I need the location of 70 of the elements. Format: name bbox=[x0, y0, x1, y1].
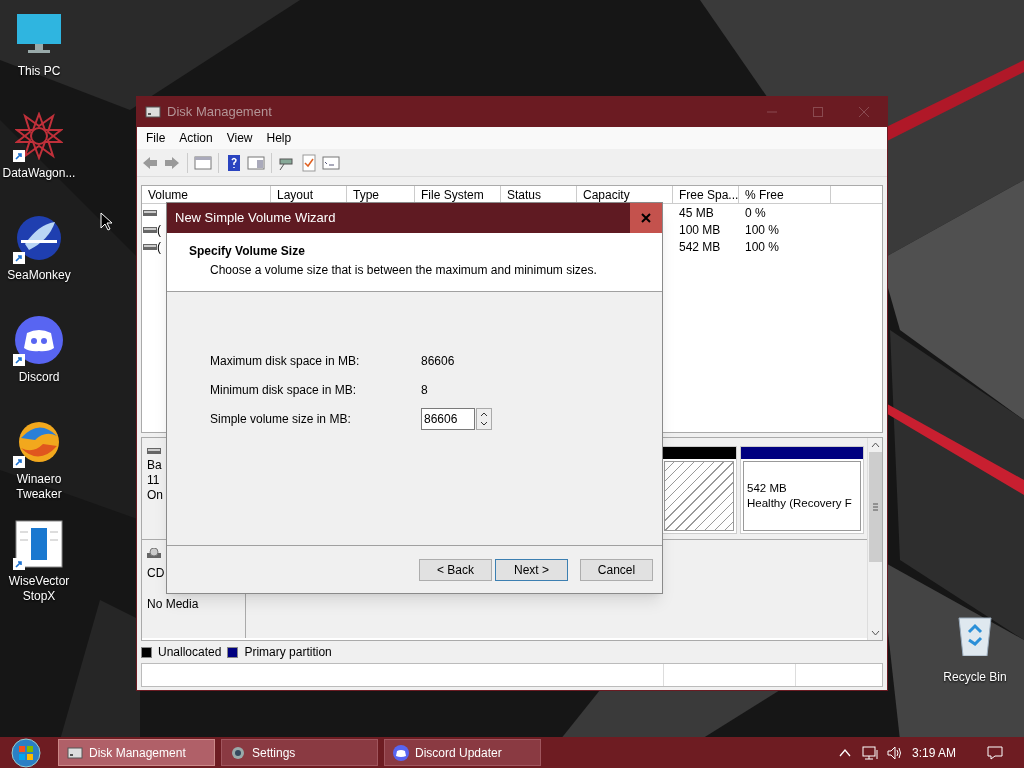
star-icon[interactable] bbox=[15, 112, 63, 160]
clock-time[interactable]: 3:19 AM bbox=[911, 743, 956, 762]
desktop-icon-label[interactable]: Winaero Tweaker bbox=[0, 472, 78, 502]
volume-icon[interactable] bbox=[885, 744, 904, 761]
drive-icon bbox=[143, 242, 157, 251]
drive-icon bbox=[143, 208, 157, 217]
close-icon bbox=[641, 213, 651, 223]
gear-icon bbox=[230, 744, 246, 761]
menu-item[interactable]: View bbox=[219, 129, 260, 147]
desktop-icon-label[interactable]: WiseVector StopX bbox=[0, 574, 78, 604]
disk-label-text: CD bbox=[147, 566, 166, 581]
pointer-icon bbox=[100, 212, 113, 231]
legend-label: Primary partition bbox=[244, 644, 332, 661]
menu-item[interactable]: Action bbox=[172, 129, 220, 147]
start-orb-icon[interactable] bbox=[10, 737, 42, 768]
menu-item[interactable]: File bbox=[139, 129, 173, 147]
column-header[interactable]: % Free bbox=[739, 186, 831, 204]
partition-block[interactable] bbox=[661, 446, 737, 534]
legend-label: Unallocated bbox=[158, 644, 222, 661]
wizard-subheading: Choose a volume size that is between the maximum and minimum sizes. bbox=[210, 262, 598, 279]
taskbar-button[interactable]: Disk Management bbox=[58, 739, 215, 766]
field-label: Simple volume size in MB: bbox=[210, 411, 352, 428]
desktop-icon-label[interactable]: DataWagon... bbox=[0, 166, 78, 181]
spinner-control[interactable] bbox=[476, 408, 492, 430]
drive-icon bbox=[147, 446, 161, 456]
window-title: Disk Management bbox=[167, 103, 272, 122]
desktop-icon-label[interactable]: SeaMonkey bbox=[0, 268, 78, 283]
wizard-heading: Specify Volume Size bbox=[189, 243, 306, 260]
taskbar-button[interactable]: Discord Updater bbox=[384, 739, 541, 766]
taskbar-button[interactable]: Settings bbox=[221, 739, 378, 766]
desktop-icon-label[interactable]: This PC bbox=[0, 64, 78, 79]
partition-text: 542 MB bbox=[747, 481, 788, 496]
dialog-title: New Simple Volume Wizard bbox=[175, 209, 336, 228]
field-value: 86606 bbox=[421, 353, 455, 370]
close-button[interactable] bbox=[630, 203, 662, 233]
size-input-field[interactable]: 86606 bbox=[421, 408, 475, 430]
table-cell-text: ( bbox=[157, 238, 161, 256]
disk-label-text: 11 bbox=[147, 473, 161, 488]
scrollbar[interactable] bbox=[867, 438, 882, 640]
menu-item[interactable]: Help bbox=[259, 129, 299, 147]
field-label: Minimum disk space in MB: bbox=[210, 382, 358, 399]
window-icon[interactable] bbox=[15, 520, 63, 568]
drive-icon bbox=[143, 225, 157, 234]
notification-icon[interactable] bbox=[986, 744, 1004, 761]
desktop-icon-label[interactable]: Recycle Bin bbox=[943, 668, 1007, 686]
disk-label-text: On bbox=[147, 488, 164, 503]
field-label: Maximum disk space in MB: bbox=[210, 353, 361, 370]
disk-label-text: No Media bbox=[147, 597, 200, 612]
table-cell: 0 % bbox=[745, 205, 766, 220]
wizard-button[interactable]: Cancel bbox=[580, 558, 653, 581]
desktop-icon-label[interactable]: Discord bbox=[0, 370, 78, 385]
table-cell-text: ( bbox=[157, 221, 161, 239]
cd-drive-icon bbox=[147, 548, 161, 558]
disk-label-text: Ba bbox=[147, 458, 163, 473]
table-cell: 100 % bbox=[745, 239, 780, 254]
wizard-button[interactable]: Next > bbox=[495, 558, 568, 581]
checklist-icon[interactable] bbox=[300, 153, 318, 172]
table-cell: 45 MB bbox=[679, 205, 714, 220]
field-value: 8 bbox=[421, 382, 428, 399]
bird-icon[interactable] bbox=[15, 214, 63, 262]
column-header[interactable]: Free Spa... bbox=[673, 186, 739, 204]
partition-block[interactable]: 542 MB Healthy (Recovery F bbox=[740, 446, 864, 534]
partition-text: Healthy (Recovery F bbox=[747, 496, 853, 511]
scroll-thumb-icon[interactable] bbox=[868, 452, 882, 562]
table-cell: 542 MB bbox=[679, 239, 721, 254]
table-cell: 100 % bbox=[745, 222, 780, 237]
network-icon[interactable] bbox=[861, 744, 880, 761]
table-cell: 100 MB bbox=[679, 222, 721, 237]
help-icon[interactable] bbox=[225, 153, 243, 172]
wizard-button[interactable]: < Back bbox=[419, 558, 492, 581]
